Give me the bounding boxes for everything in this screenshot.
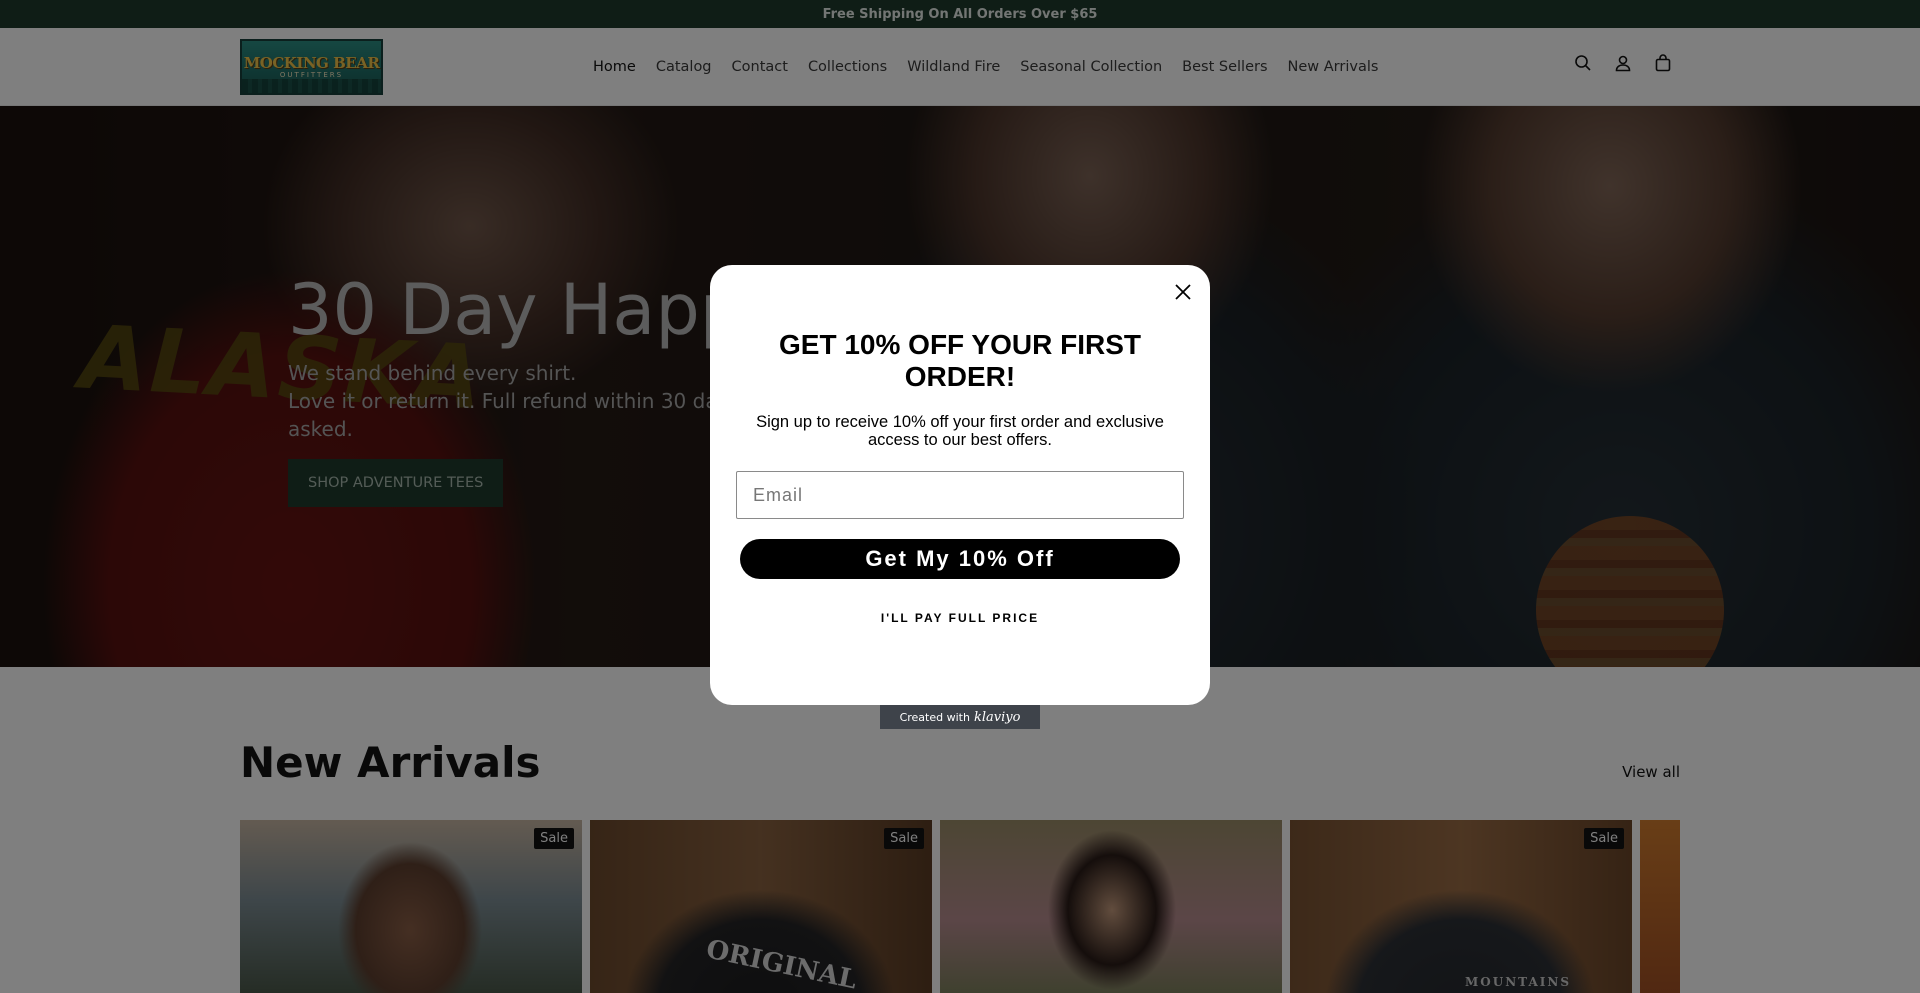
hero-subtitle-line1: We stand behind every shirt. xyxy=(288,361,577,385)
nav-home[interactable]: Home xyxy=(593,59,636,75)
site-header: MOCKING BEAR OUTFITTERS Home Catalog Con… xyxy=(0,28,1920,106)
nav-best-sellers[interactable]: Best Sellers xyxy=(1182,59,1267,75)
hero-content: 30 Day Happi We stand behind every shirt… xyxy=(288,271,764,507)
hero-subtitle: We stand behind every shirt. Love it or … xyxy=(288,359,748,443)
product-card-partial[interactable] xyxy=(1640,820,1680,993)
hero-title: 30 Day Happi xyxy=(288,269,764,351)
shirt-print-text: ORIGINAL xyxy=(703,934,860,993)
logo-line1: MOCKING BEAR xyxy=(243,53,380,72)
logo-trees xyxy=(242,79,381,93)
sale-badge: Sale xyxy=(534,828,574,849)
shop-adventure-tees-button[interactable]: SHOP ADVENTURE TEES xyxy=(288,459,504,507)
get-discount-button[interactable]: Get My 10% Off xyxy=(740,539,1180,579)
nav-contact[interactable]: Contact xyxy=(732,59,788,75)
modal-title: GET 10% OFF YOUR FIRST ORDER! xyxy=(779,329,1141,392)
modal-subtitle: Sign up to receive 10% off your first or… xyxy=(756,413,1164,449)
product-card[interactable]: MOUNTAINS Sale xyxy=(1290,820,1632,993)
store-logo[interactable]: MOCKING BEAR OUTFITTERS xyxy=(240,39,383,95)
product-card[interactable]: Sale xyxy=(240,820,582,993)
sale-badge: Sale xyxy=(1584,828,1624,849)
email-field[interactable] xyxy=(736,471,1184,519)
announcement-text: Free Shipping On All Orders Over $65 xyxy=(822,6,1098,22)
account-icon[interactable] xyxy=(1614,54,1632,72)
nav-catalog[interactable]: Catalog xyxy=(656,59,712,75)
nav-collections[interactable]: Collections xyxy=(808,59,887,75)
search-icon[interactable] xyxy=(1574,54,1592,72)
close-icon[interactable] xyxy=(1170,279,1196,305)
klaviyo-brand: klaviyo xyxy=(973,709,1021,725)
shirt-print-text: MOUNTAINS xyxy=(1465,975,1572,989)
cart-icon[interactable] xyxy=(1654,54,1672,72)
product-carousel: Sale ORIGINAL Sale MOUNTAINS Sale xyxy=(240,820,1680,993)
signup-modal: GET 10% OFF YOUR FIRST ORDER! Sign up to… xyxy=(710,265,1210,705)
view-all-link[interactable]: View all xyxy=(1622,763,1680,781)
hero-subtitle-line3: asked. xyxy=(288,417,353,441)
main-nav: Home Catalog Contact Collections Wildlan… xyxy=(593,28,1398,106)
product-card[interactable]: ORIGINAL Sale xyxy=(590,820,932,993)
nav-new-arrivals[interactable]: New Arrivals xyxy=(1288,59,1379,75)
nav-seasonal-collection[interactable]: Seasonal Collection xyxy=(1020,59,1162,75)
product-card[interactable] xyxy=(940,820,1282,993)
hero-subtitle-line2: Love it or return it. Full refund within… xyxy=(288,389,740,413)
nav-wildland-fire[interactable]: Wildland Fire xyxy=(907,59,1000,75)
klaviyo-prefix: Created with xyxy=(899,710,970,724)
decline-button[interactable]: I'LL PAY FULL PRICE xyxy=(710,611,1210,625)
header-icons xyxy=(1574,54,1672,72)
sale-badge: Sale xyxy=(884,828,924,849)
announcement-bar: Free Shipping On All Orders Over $65 xyxy=(0,0,1920,28)
klaviyo-badge[interactable]: Created with klaviyo xyxy=(880,705,1040,729)
new-arrivals-title: New Arrivals xyxy=(240,738,541,787)
